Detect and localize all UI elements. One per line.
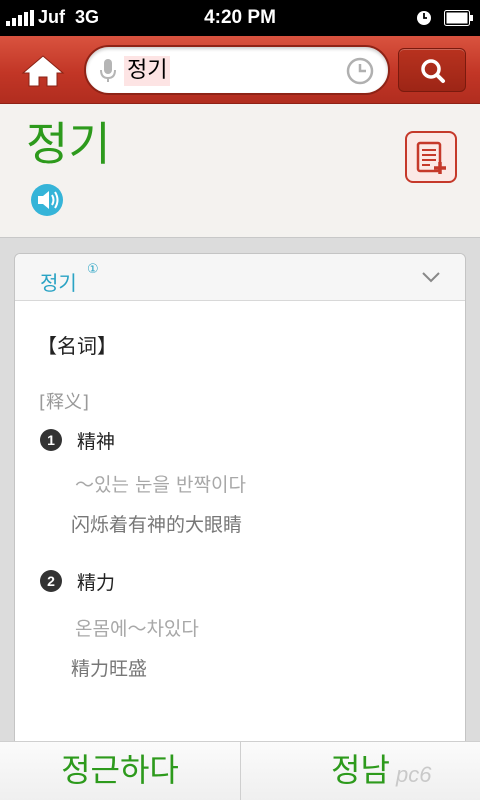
gloss-label: [释义] bbox=[39, 392, 90, 413]
next-word-button[interactable]: 정남 bbox=[241, 750, 480, 790]
watermark-logo: pc6 bbox=[396, 762, 432, 787]
sense-index: ① bbox=[87, 262, 99, 277]
speaker-icon[interactable] bbox=[30, 183, 64, 217]
search-input[interactable]: 정기 bbox=[124, 56, 171, 86]
part-of-speech: 【名词】 bbox=[37, 334, 117, 358]
search-toolbar: 정기 bbox=[0, 36, 480, 104]
alarm-clock-icon bbox=[417, 11, 431, 25]
status-time: 4:20 PM bbox=[204, 7, 276, 28]
previous-word-button[interactable]: 정근하다 bbox=[0, 750, 240, 790]
add-to-notebook-button[interactable] bbox=[405, 131, 457, 183]
notebook-add-icon bbox=[416, 141, 446, 174]
example-korean: ～있는 눈을 반짝이다 bbox=[75, 474, 246, 496]
sense-header[interactable]: 정기 ① bbox=[15, 254, 465, 301]
battery-icon bbox=[444, 10, 473, 26]
sense-number: 1 bbox=[40, 429, 62, 451]
example-korean: 온몸에～차있다 bbox=[75, 618, 199, 640]
status-bar: Juf 3G 4:20 PM bbox=[0, 0, 480, 36]
headword-panel: 정기 bbox=[0, 104, 480, 238]
search-box[interactable]: 정기 bbox=[84, 45, 390, 95]
example-chinese: 精力旺盛 bbox=[71, 658, 148, 680]
sense-number: 2 bbox=[40, 570, 62, 592]
home-icon[interactable] bbox=[14, 50, 72, 90]
sense-word: 精力 bbox=[77, 572, 116, 594]
sense-title: 정기 bbox=[40, 271, 77, 295]
search-icon bbox=[421, 59, 445, 83]
mic-icon[interactable] bbox=[100, 59, 116, 83]
history-icon[interactable] bbox=[346, 57, 374, 85]
example-chinese: 闪烁着有神的大眼睛 bbox=[71, 514, 243, 536]
headword: 정기 bbox=[26, 117, 111, 171]
chevron-down-icon[interactable] bbox=[421, 270, 441, 284]
definition-card: 정기 ① 【名词】 [释义] 1 精神 ～있는 눈을 반짝이다 闪烁着有神的大眼… bbox=[14, 253, 466, 753]
sense-word: 精神 bbox=[77, 431, 116, 453]
search-button[interactable] bbox=[398, 48, 466, 92]
